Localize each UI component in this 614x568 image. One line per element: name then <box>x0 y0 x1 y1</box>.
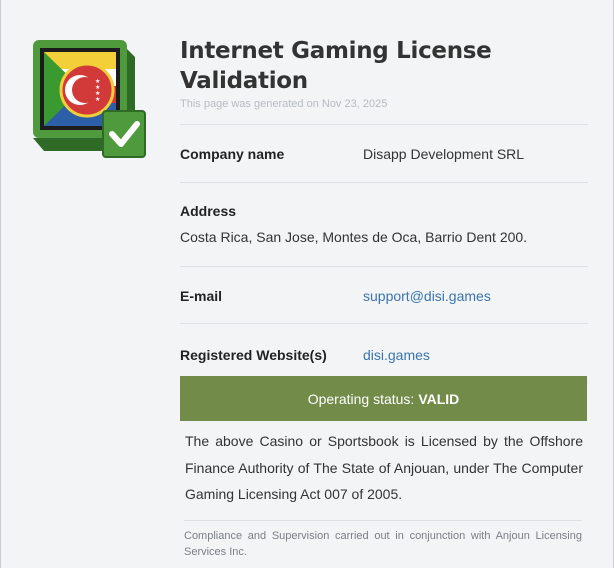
status-banner: Operating status: VALID <box>180 376 587 421</box>
email-row: E-mail support@disi.games <box>180 267 588 323</box>
company-row: Company name Disapp Development SRL <box>180 125 588 182</box>
license-seal-icon: ★ ★ ★ ★ <box>33 40 146 158</box>
status-prefix: Operating status: <box>307 390 415 407</box>
website-row: Registered Website(s) disi.games <box>180 324 588 382</box>
website-label: Registered Website(s) <box>180 347 327 363</box>
license-seal-logo: ★ ★ ★ ★ <box>32 39 150 163</box>
email-label: E-mail <box>180 288 223 304</box>
license-details: Internet Gaming License Validation This … <box>180 36 588 383</box>
footnote: Compliance and Supervision carried out i… <box>184 520 582 560</box>
page-title: Internet Gaming License Validation <box>180 38 492 94</box>
company-value: Disapp Development SRL <box>363 146 525 162</box>
checkmark-icon <box>102 110 146 158</box>
email-link[interactable]: support@disi.games <box>363 288 491 304</box>
company-label: Company name <box>180 146 285 162</box>
address-row: Address Costa Rica, San Jose, Montes de … <box>180 183 588 266</box>
license-text: The above Casino or Sportsbook is Licens… <box>185 433 583 502</box>
address-value: Costa Rica, San Jose, Montes de Oca, Bar… <box>180 229 528 245</box>
address-label: Address <box>180 203 237 219</box>
website-link[interactable]: disi.games <box>363 347 430 363</box>
status-value: VALID <box>418 390 460 407</box>
generated-date: This page was generated on Nov 23, 2025 <box>180 98 388 110</box>
svg-text:★: ★ <box>95 96 100 103</box>
